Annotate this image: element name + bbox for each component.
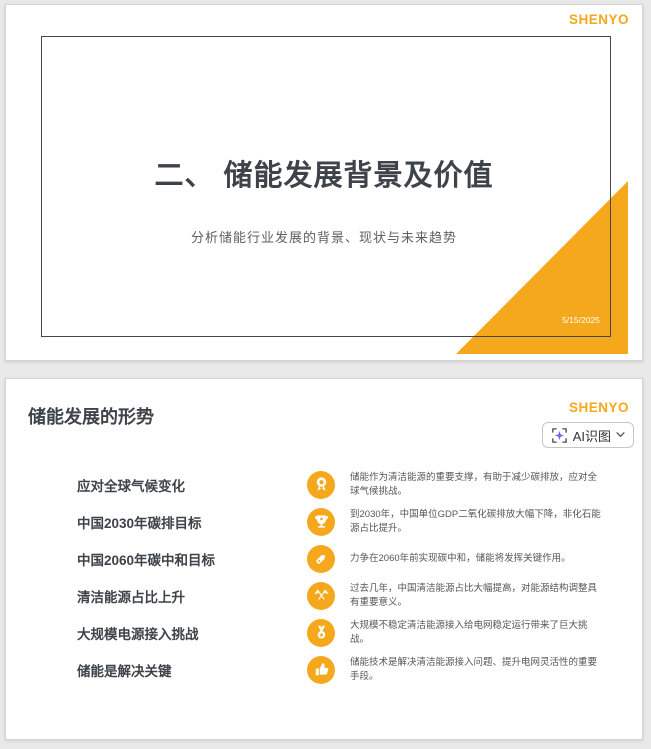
- item-label: 中国2060年碳中和目标: [77, 552, 216, 568]
- trophy-icon: [307, 507, 335, 536]
- item-description: 过去几年，中国清洁能源占比大幅提高，对能源结构调整具有重要意义。: [350, 582, 598, 608]
- item-description: 储能作为清洁能源的重要支撑，有助于减少碳排放，应对全球气候挑战。: [350, 471, 598, 497]
- tag-icon: [307, 544, 335, 573]
- brand-logo: SHENYO: [568, 12, 629, 27]
- chevron-down-icon[interactable]: [616, 432, 625, 438]
- list-item: 中国2060年碳中和目标 力争在2060年前实现碳中和，储能将发挥关键作用。: [6, 540, 642, 577]
- slide-2-canvas[interactable]: SHENYO 储能发展的形势 AI识图 应对全球气候变化 储能作为清洁能源的重要…: [5, 378, 643, 740]
- ai-scan-sparkle-icon: [551, 427, 568, 444]
- item-description: 大规模不稳定清洁能源接入给电网稳定运行带来了巨大挑战。: [350, 619, 588, 645]
- list-item: 应对全球气候变化 储能作为清洁能源的重要支撑，有助于减少碳排放，应对全球气候挑战…: [6, 466, 642, 503]
- slide-1-canvas[interactable]: SHENYO 二、 储能发展背景及价值 分析储能行业发展的背景、现状与未来趋势 …: [5, 4, 643, 361]
- item-label: 应对全球气候变化: [77, 478, 185, 494]
- ai-recognize-button[interactable]: AI识图: [541, 422, 634, 448]
- item-description: 力争在2060年前实现碳中和，储能将发挥关键作用。: [350, 552, 571, 564]
- list-item: 储能是解决关键 储能技术是解决清洁能源接入问题、提升电网灵活性的重要手段。: [6, 651, 642, 688]
- corner-triangle-shape: [456, 181, 628, 354]
- ai-button-label: AI识图: [572, 428, 611, 444]
- item-label: 大规模电源接入挑战: [77, 626, 199, 642]
- page-title: 储能发展的形势: [28, 407, 154, 427]
- list-item: 清洁能源占比上升 过去几年，中国清洁能源占比大幅提高，对能源结构调整具有重要意义…: [6, 577, 642, 614]
- list-item: 中国2030年碳排目标 到2030年，中国单位GDP二氧化碳排放大幅下降，非化石…: [6, 503, 642, 540]
- section-title: 二、 储能发展背景及价值: [154, 160, 494, 192]
- item-description: 到2030年，中国单位GDP二氧化碳排放大幅下降，非化石能源占比提升。: [350, 508, 601, 534]
- item-label: 清洁能源占比上升: [77, 589, 185, 605]
- list-item: 大规模电源接入挑战 大规模不稳定清洁能源接入给电网稳定运行带来了巨大挑战。: [6, 614, 642, 651]
- item-label: 中国2030年碳排目标: [77, 515, 202, 531]
- item-description: 储能技术是解决清洁能源接入问题、提升电网灵活性的重要手段。: [350, 656, 598, 682]
- slide-date: 5/15/2025: [562, 315, 600, 325]
- crossed-flags-icon: [307, 581, 335, 610]
- item-label: 储能是解决关键: [77, 663, 172, 679]
- thumbs-up-icon: [307, 655, 335, 684]
- section-subtitle: 分析储能行业发展的背景、现状与未来趋势: [190, 230, 457, 245]
- brand-logo: SHENYO: [568, 400, 629, 415]
- award-rosette-icon: [307, 470, 335, 499]
- feature-list: 应对全球气候变化 储能作为清洁能源的重要支撑，有助于减少碳排放，应对全球气候挑战…: [6, 466, 642, 688]
- medal-star-icon: [307, 618, 335, 647]
